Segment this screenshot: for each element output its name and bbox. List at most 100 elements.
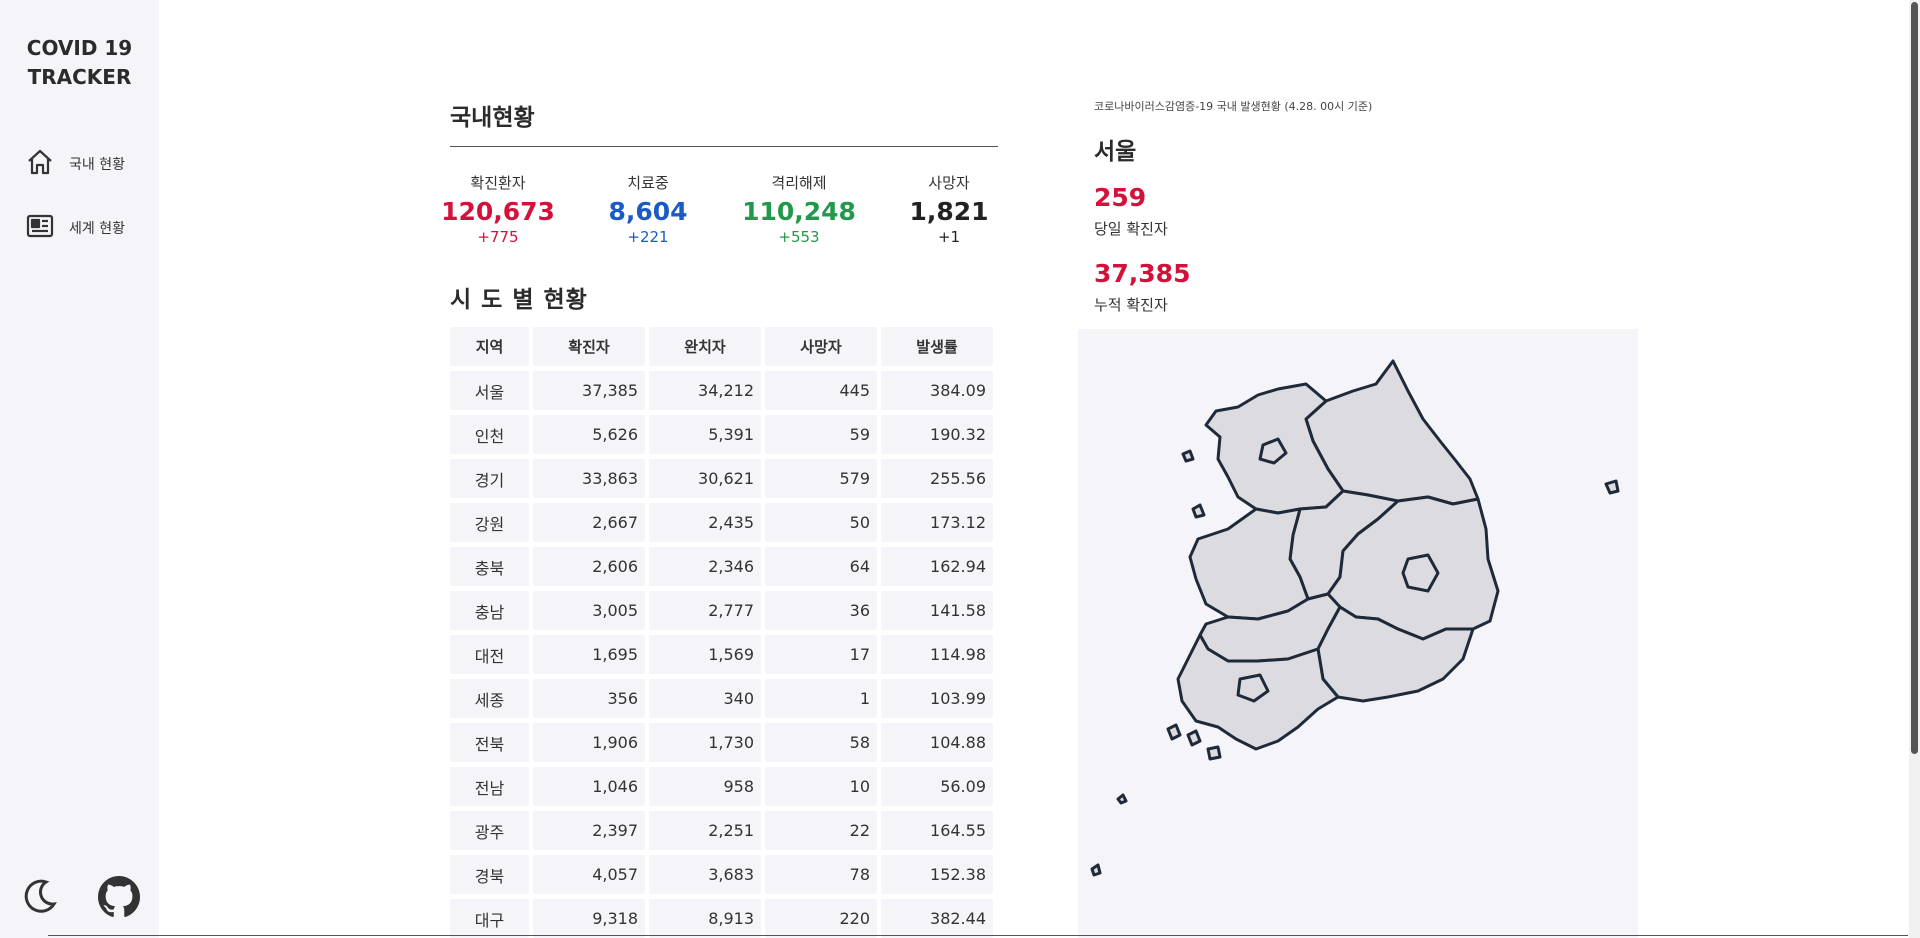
column-header[interactable]: 발생률 — [881, 327, 993, 366]
table-row[interactable]: 세종 356 340 1 103.99 — [450, 679, 995, 718]
region-cell: 충북 — [450, 547, 529, 586]
value-cell: 59 — [765, 415, 877, 454]
brand-title: COVID 19 TRACKER — [0, 34, 159, 92]
value-cell: 9,318 — [533, 899, 645, 938]
column-header[interactable]: 지역 — [450, 327, 529, 366]
region-cell: 경북 — [450, 855, 529, 894]
stat-value: 110,248 — [742, 197, 856, 226]
map-island — [1181, 449, 1195, 463]
value-cell: 164.55 — [881, 811, 993, 850]
region-cell: 세종 — [450, 679, 529, 718]
region-cell: 대전 — [450, 635, 529, 674]
brand-line-2: TRACKER — [27, 65, 132, 89]
column-header[interactable]: 사망자 — [765, 327, 877, 366]
stat-delta: +775 — [477, 228, 519, 246]
value-cell: 2,435 — [649, 503, 761, 542]
sidebar-item-domestic[interactable]: 국내 현황 — [25, 147, 125, 181]
region-cell: 경기 — [450, 459, 529, 498]
sidebar-item-world[interactable]: 세계 현황 — [25, 211, 125, 245]
table-row[interactable]: 전남 1,046 958 10 56.09 — [450, 767, 995, 806]
korea-map-svg — [1090, 359, 1620, 877]
app-root: COVID 19 TRACKER 국내 현황 세계 현황 국내현황 확진환자 1… — [0, 0, 1920, 938]
value-cell: 10 — [765, 767, 877, 806]
table-row[interactable]: 인천 5,626 5,391 59 190.32 — [450, 415, 995, 454]
region-cell: 대구 — [450, 899, 529, 938]
value-cell: 5,391 — [649, 415, 761, 454]
title-divider — [450, 146, 998, 147]
scrollbar-thumb[interactable] — [1911, 2, 1918, 754]
map-region-chungnam — [1188, 507, 1310, 621]
sidebar: COVID 19 TRACKER 국내 현황 세계 현황 — [0, 0, 159, 938]
table-row[interactable]: 경북 4,057 3,683 78 152.38 — [450, 855, 995, 894]
github-icon[interactable] — [98, 876, 140, 918]
region-cell: 인천 — [450, 415, 529, 454]
region-cell: 전남 — [450, 767, 529, 806]
value-cell: 4,057 — [533, 855, 645, 894]
value-cell: 356 — [533, 679, 645, 718]
value-cell: 64 — [765, 547, 877, 586]
stat-delta: +1 — [937, 228, 961, 246]
value-cell: 58 — [765, 723, 877, 762]
stat-delta: +221 — [627, 228, 669, 246]
table-row[interactable]: 충남 3,005 2,777 36 141.58 — [450, 591, 995, 630]
brand-line-1: COVID 19 — [26, 36, 133, 60]
value-cell: 33,863 — [533, 459, 645, 498]
stat-deaths: 사망자 1,821 +1 — [889, 172, 1009, 246]
stat-delta: +553 — [778, 228, 820, 246]
stat-in-treatment: 치료중 8,604 +221 — [588, 172, 708, 246]
map-island-ulleung — [1604, 479, 1620, 495]
newspaper-icon — [25, 211, 55, 245]
value-cell: 173.12 — [881, 503, 993, 542]
map-island — [1206, 745, 1222, 761]
table-row[interactable]: 강원 2,667 2,435 50 173.12 — [450, 503, 995, 542]
value-cell: 162.94 — [881, 547, 993, 586]
table-row[interactable]: 대구 9,318 8,913 220 382.44 — [450, 899, 995, 938]
value-cell: 1,906 — [533, 723, 645, 762]
table-row[interactable]: 광주 2,397 2,251 22 164.55 — [450, 811, 995, 850]
region-cell: 충남 — [450, 591, 529, 630]
value-cell: 382.44 — [881, 899, 993, 938]
value-cell: 56.09 — [881, 767, 993, 806]
value-cell: 220 — [765, 899, 877, 938]
value-cell: 255.56 — [881, 459, 993, 498]
value-cell: 114.98 — [881, 635, 993, 674]
total-confirmed-label: 누적 확진자 — [1094, 296, 1168, 314]
table-body: 서울 37,385 34,212 445 384.09 인천 5,626 5,391 59 190… — [450, 371, 995, 938]
table-row[interactable]: 경기 33,863 30,621 579 255.56 — [450, 459, 995, 498]
column-header[interactable]: 확진자 — [533, 327, 645, 366]
value-cell: 579 — [765, 459, 877, 498]
stat-value: 8,604 — [608, 197, 688, 226]
value-cell: 5,626 — [533, 415, 645, 454]
page-title: 국내현황 — [450, 105, 535, 131]
value-cell: 50 — [765, 503, 877, 542]
table-row[interactable]: 대전 1,695 1,569 17 114.98 — [450, 635, 995, 674]
today-confirmed-value: 259 — [1094, 183, 1147, 212]
value-cell: 36 — [765, 591, 877, 630]
value-cell: 78 — [765, 855, 877, 894]
moon-icon[interactable] — [20, 876, 60, 916]
value-cell: 2,667 — [533, 503, 645, 542]
table-row[interactable]: 전북 1,906 1,730 58 104.88 — [450, 723, 995, 762]
total-confirmed-value: 37,385 — [1094, 259, 1191, 288]
value-cell: 104.88 — [881, 723, 993, 762]
sidebar-item-label: 국내 현황 — [69, 157, 125, 173]
value-cell: 3,683 — [649, 855, 761, 894]
korea-map[interactable] — [1078, 329, 1638, 938]
sidebar-item-label: 세계 현황 — [69, 221, 125, 237]
stat-released: 격리해제 110,248 +553 — [739, 172, 859, 246]
table-row[interactable]: 충북 2,606 2,346 64 162.94 — [450, 547, 995, 586]
column-header[interactable]: 완치자 — [649, 327, 761, 366]
value-cell: 37,385 — [533, 371, 645, 410]
region-cell: 전북 — [450, 723, 529, 762]
map-island — [1166, 723, 1182, 741]
scrollbar[interactable] — [1909, 0, 1920, 938]
value-cell: 958 — [649, 767, 761, 806]
map-island — [1090, 863, 1102, 877]
value-cell: 1,730 — [649, 723, 761, 762]
stat-value: 120,673 — [441, 197, 555, 226]
table-row[interactable]: 서울 37,385 34,212 445 384.09 — [450, 371, 995, 410]
stat-value: 1,821 — [909, 197, 989, 226]
value-cell: 3,005 — [533, 591, 645, 630]
value-cell: 141.58 — [881, 591, 993, 630]
value-cell: 152.38 — [881, 855, 993, 894]
